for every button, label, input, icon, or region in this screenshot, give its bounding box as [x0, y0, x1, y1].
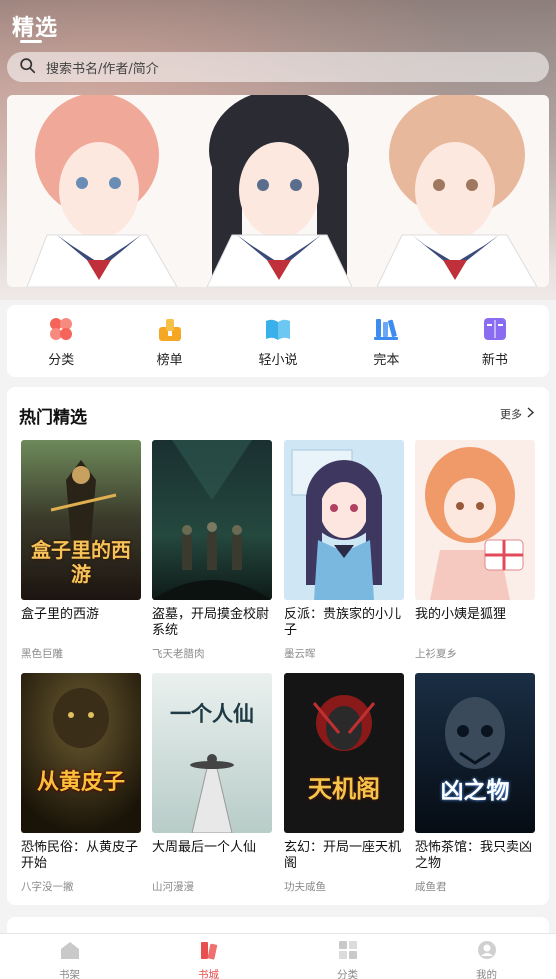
- quick-nav-label: 分类: [48, 353, 75, 368]
- book-title: 恐怖民俗：从黄皮子开始: [21, 840, 139, 871]
- hot-section: 热门精选 更多 盒子里的西游 盒子里的西游 黑色巨雕 盗墓，开局摸金校尉系统 飞…: [7, 387, 549, 905]
- quick-nav-label: 榜单: [156, 353, 183, 368]
- book-author: 上衫夏乡: [415, 648, 457, 660]
- book-author: 黑色巨雕: [21, 648, 63, 660]
- book-title: 我的小姨是狐狸: [415, 607, 507, 622]
- book-card[interactable]: 我的小姨是狐狸 上衫夏乡: [415, 440, 535, 661]
- book-card[interactable]: 从黄皮子 恐怖民俗：从黄皮子开始 八字没一撇: [21, 673, 141, 894]
- book-cover: 从黄皮子: [21, 673, 141, 833]
- book-card[interactable]: 盗墓，开局摸金校尉系统 飞天老腊肉: [152, 440, 272, 661]
- new-book-icon: [481, 315, 509, 343]
- quick-nav-category[interactable]: 分类: [7, 305, 115, 377]
- page-title[interactable]: 精选: [12, 10, 58, 42]
- tab-bookshelf[interactable]: 书架: [0, 934, 139, 979]
- book-card[interactable]: 盒子里的西游 盒子里的西游 黑色巨雕: [21, 440, 141, 661]
- quick-nav-label: 完本: [373, 353, 400, 368]
- chevron-right-icon: [522, 407, 535, 421]
- search-bar[interactable]: 搜索书名/作者/简介: [7, 52, 549, 82]
- book-card[interactable]: 一个人仙 大周最后一个人仙 山河漫漫: [152, 673, 272, 894]
- book-author: 墨云晖: [284, 648, 316, 660]
- cover-title: 从黄皮子: [36, 769, 125, 795]
- quick-nav-new-books[interactable]: 新书: [441, 305, 549, 377]
- profile-icon: [476, 939, 498, 965]
- tab-profile[interactable]: 我的: [417, 934, 556, 979]
- tab-label: 分类: [337, 969, 358, 979]
- book-cover: 一个人仙: [152, 673, 272, 833]
- quick-nav-light-novel[interactable]: 轻小说: [224, 305, 332, 377]
- book-cover: 凶之物: [415, 673, 535, 833]
- search-placeholder: 搜索书名/作者/简介: [46, 61, 159, 77]
- book-cover: 天机阁: [284, 673, 404, 833]
- book-title: 玄幻：开局一座天机阁: [284, 840, 402, 871]
- light-novel-icon: [264, 315, 292, 343]
- book-author: 功夫咸鱼: [284, 881, 326, 893]
- book-card[interactable]: 凶之物 恐怖茶馆：我只卖凶之物 咸鱼君: [415, 673, 535, 894]
- book-cover: [284, 440, 404, 600]
- book-author: 山河漫漫: [152, 881, 194, 893]
- tab-label: 书架: [59, 969, 80, 979]
- book-cover: [415, 440, 535, 600]
- tab-label: 我的: [476, 969, 497, 979]
- quick-nav-label: 新书: [481, 353, 508, 368]
- book-title: 反派：贵族家的小儿子: [284, 607, 402, 638]
- finished-books-icon: [372, 315, 400, 343]
- book-author: 咸鱼君: [415, 881, 447, 893]
- category-icon: [47, 315, 75, 343]
- tab-category[interactable]: 分类: [278, 934, 417, 979]
- quick-nav-label: 轻小说: [258, 353, 298, 368]
- more-label: 更多: [500, 408, 522, 421]
- book-cover: 盒子里的西游: [21, 440, 141, 600]
- book-title: 大周最后一个人仙: [152, 840, 257, 855]
- bookshelf-icon: [59, 939, 81, 965]
- quick-nav-ranking[interactable]: 榜单: [115, 305, 223, 377]
- bookstore-icon: [198, 939, 220, 965]
- book-card[interactable]: 反派：贵族家的小儿子 墨云晖: [284, 440, 404, 661]
- tab-label: 书城: [198, 969, 219, 979]
- book-author: 八字没一撇: [21, 881, 74, 893]
- title-underline: [20, 40, 42, 43]
- bottom-tab-bar: 书架 书城 分类 我的: [0, 933, 556, 979]
- book-card[interactable]: 天机阁 玄幻：开局一座天机阁 功夫咸鱼: [284, 673, 404, 894]
- book-cover: [152, 440, 272, 600]
- more-link[interactable]: 更多: [500, 406, 535, 422]
- cover-title: 一个人仙: [170, 701, 254, 726]
- cover-title: 凶之物: [440, 777, 510, 804]
- cover-title: 天机阁: [308, 774, 380, 803]
- search-icon: [19, 57, 36, 78]
- book-title: 恐怖茶馆：我只卖凶之物: [415, 840, 533, 871]
- section-title: 热门精选: [19, 408, 87, 428]
- category-grid-icon: [337, 939, 359, 965]
- quick-nav-finished[interactable]: 完本: [332, 305, 440, 377]
- ranking-icon: [156, 315, 184, 343]
- book-title: 盒子里的西游: [21, 607, 100, 622]
- book-title: 盗墓，开局摸金校尉系统: [152, 607, 270, 638]
- tab-bookstore[interactable]: 书城: [139, 934, 278, 979]
- promo-banner[interactable]: [7, 95, 549, 287]
- book-author: 飞天老腊肉: [152, 648, 205, 660]
- quick-nav: 分类 榜单 轻小说 完本 新书: [7, 305, 549, 377]
- cover-title: 盒子里的西游: [31, 538, 131, 586]
